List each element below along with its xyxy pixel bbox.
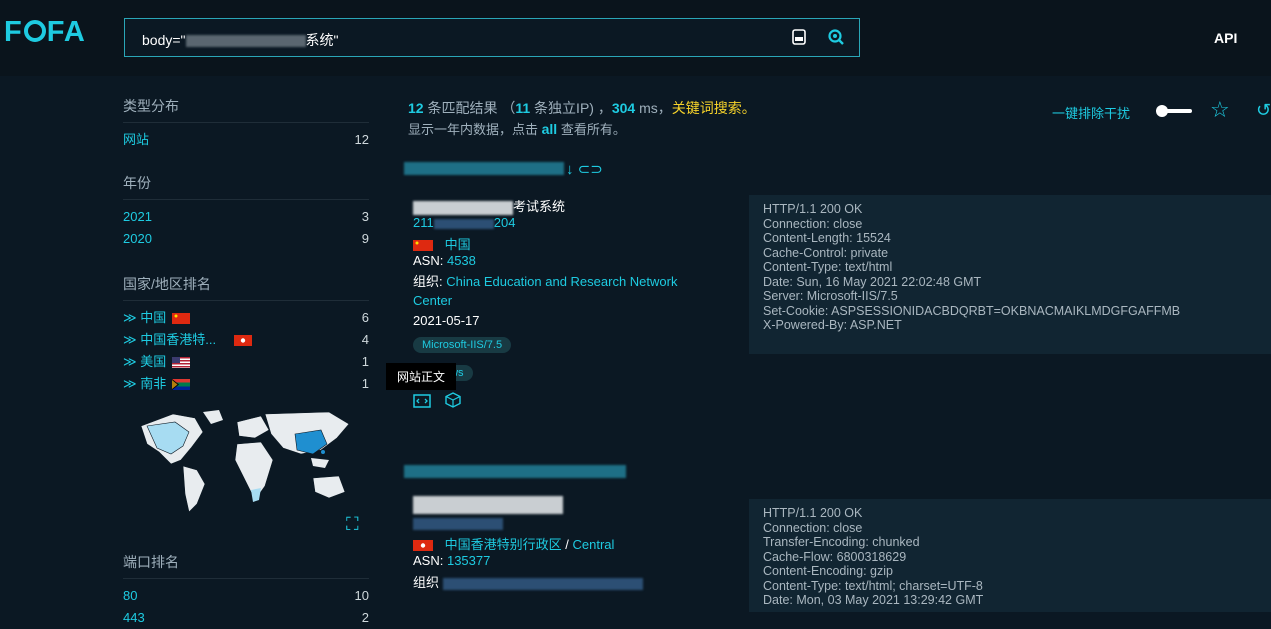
year-row[interactable]: 2020 9 bbox=[123, 228, 369, 250]
code-icon[interactable] bbox=[413, 394, 431, 411]
redacted-text bbox=[185, 35, 306, 48]
result-country[interactable]: 中国 bbox=[413, 234, 718, 253]
type-row[interactable]: 网站 12 bbox=[123, 129, 369, 151]
dedupe-label: 一键排除干扰 bbox=[1052, 106, 1131, 121]
port-title: 端口排名 bbox=[123, 552, 369, 579]
hk-flag-icon bbox=[234, 335, 253, 347]
api-link[interactable]: API bbox=[1214, 30, 1237, 46]
result-date: 2021-05-17 bbox=[413, 313, 480, 328]
all-link[interactable]: all bbox=[542, 121, 558, 137]
result-org: 组织 bbox=[413, 572, 644, 591]
us-flag-icon bbox=[172, 357, 191, 369]
share-icon[interactable]: ↺ bbox=[1256, 100, 1271, 121]
fofa-logo[interactable]: F FA bbox=[4, 16, 86, 49]
country-title: 国家/地区排名 bbox=[123, 274, 369, 301]
sidebar: 类型分布 网站 12 年份 2021 3 2020 9 国家/地区排名 ≫ 中国 6 ≫… bbox=[123, 96, 369, 625]
cube-icon[interactable] bbox=[444, 392, 461, 411]
year-row[interactable]: 2021 3 bbox=[123, 206, 369, 228]
year-title: 年份 bbox=[123, 173, 369, 200]
result-ip[interactable]: 211 204 bbox=[413, 215, 718, 234]
country-row-za[interactable]: ≫ 南非 1 bbox=[123, 373, 369, 395]
asn-link[interactable]: 4538 bbox=[447, 253, 476, 268]
tooltip: 网站正文 bbox=[386, 363, 457, 390]
star-icon[interactable]: ☆ bbox=[1210, 97, 1230, 123]
world-map[interactable] bbox=[133, 408, 358, 518]
result-country[interactable]: 中国香港特别行政区 / Central bbox=[413, 534, 643, 553]
redacted-title bbox=[413, 496, 563, 514]
keyword-search-link[interactable]: 关键词搜索。 bbox=[672, 100, 756, 116]
http-response: HTTP/1.1 200 OK Connection: close Transf… bbox=[749, 499, 1271, 612]
redacted-host[interactable] bbox=[404, 162, 564, 175]
expand-icon[interactable]: ⛶ bbox=[346, 514, 359, 535]
link-icon[interactable]: ↓ ⊂⊃ bbox=[566, 160, 603, 178]
org-link[interactable]: China Education and Research Network Cen… bbox=[413, 274, 677, 308]
top-bar: F FA body=" 系统" API bbox=[0, 0, 1271, 76]
port-row[interactable]: 80 10 bbox=[123, 585, 369, 607]
tag-server[interactable]: Microsoft-IIS/7.5 bbox=[413, 337, 512, 353]
type-title: 类型分布 bbox=[123, 96, 369, 123]
result-summary: 12 条匹配结果 （11 条独立IP) ，304 ms，关键词搜索。 bbox=[408, 100, 756, 116]
cn-flag-icon bbox=[413, 240, 433, 252]
port-row[interactable]: 443 2 bbox=[123, 607, 369, 629]
result-asn: ASN: 4538 bbox=[413, 253, 476, 268]
redacted-title bbox=[413, 200, 513, 215]
result-card: 中国香港特别行政区 / Central ASN: 135377 组织 bbox=[413, 496, 644, 591]
search-query[interactable]: body=" 系统" bbox=[142, 30, 339, 50]
result-org: 组织: China Education and Research Network… bbox=[413, 274, 678, 308]
result-card: 考试系统 211 204 中国 ASN: 4538 组织: China Educa… bbox=[413, 196, 718, 412]
date-range-note: 显示一年内数据，点击 all 查看所有。 bbox=[408, 121, 626, 137]
http-response: HTTP/1.1 200 OK Connection: close Conten… bbox=[749, 195, 1271, 354]
redacted-host[interactable] bbox=[404, 465, 626, 478]
image-search-icon[interactable] bbox=[790, 28, 808, 46]
country-row-hk[interactable]: ≫ 中国香港特... 4 bbox=[123, 329, 369, 351]
country-row-us[interactable]: ≫ 美国 1 bbox=[123, 351, 369, 373]
result-asn: ASN: 135377 bbox=[413, 553, 491, 568]
country-row-cn[interactable]: ≫ 中国 6 bbox=[123, 307, 369, 329]
dedupe-toggle[interactable] bbox=[1154, 104, 1192, 118]
search-box[interactable]: body=" 系统" bbox=[124, 18, 860, 57]
za-flag-icon bbox=[172, 379, 191, 391]
hk-flag-icon bbox=[413, 540, 433, 552]
search-icon[interactable] bbox=[827, 28, 845, 46]
cn-flag-icon bbox=[172, 313, 191, 325]
asn-link[interactable]: 135377 bbox=[447, 553, 490, 568]
